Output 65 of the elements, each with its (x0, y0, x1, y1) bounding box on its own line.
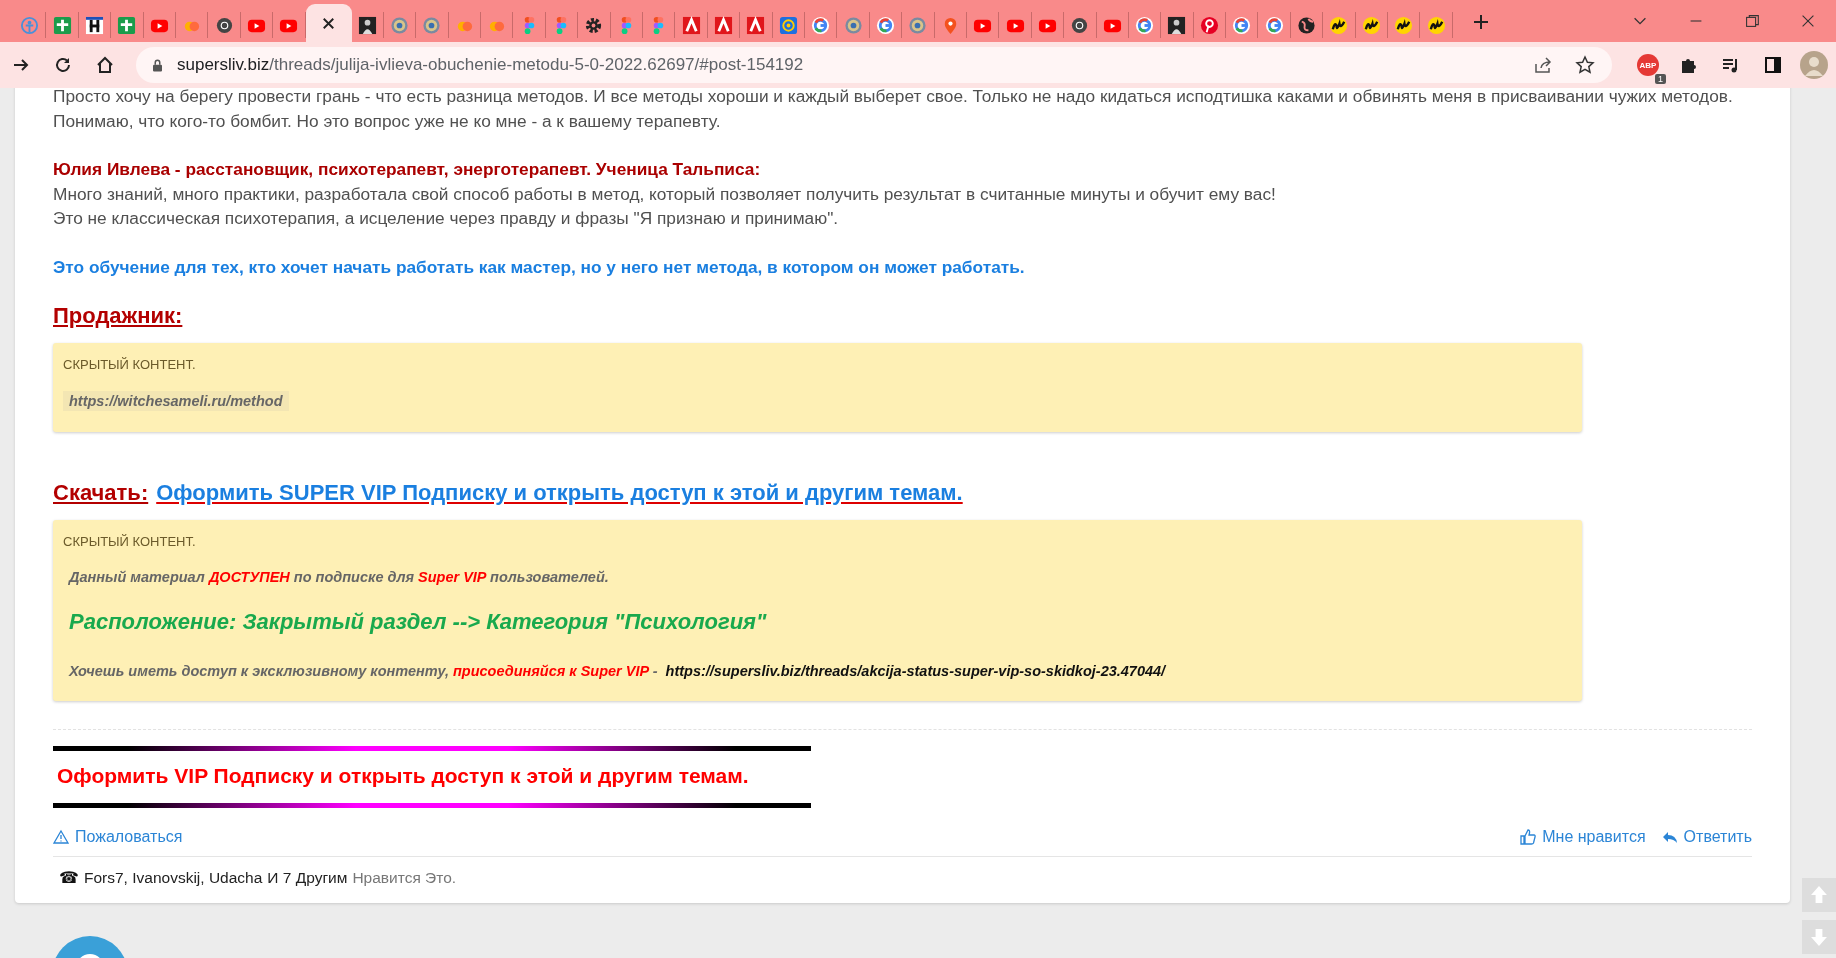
gear-icon (584, 15, 604, 35)
person-icon (20, 15, 40, 35)
post-line: Много знаний, много практики, разработала свой способ работы в метод, который позволяет получить результат в считанные минуты и обучит ему вас! (53, 182, 1277, 206)
audience-note: Это обучение для тех, кто хочет начать работать как мастер, но у него нет метода, в котором он может работать. (53, 255, 1026, 279)
others-link[interactable]: И 7 Другим (267, 869, 348, 887)
m-logo-icon (1394, 15, 1414, 35)
plus-icon (52, 15, 72, 35)
access-notice: Данный материал ДОСТУПЕН по подписке для Super VIP пользователей. (67, 569, 610, 585)
seal-icon (843, 15, 863, 35)
chrome-icon (1070, 15, 1090, 35)
m-logo-icon (1426, 15, 1446, 35)
portrait-icon (1167, 15, 1187, 35)
address-field[interactable]: supersliv.biz/threads/julija-ivlieva-obuchenie-metodu-5-0-2022.62697/#post-154192 (136, 47, 1612, 83)
count-badge: 1 (1655, 74, 1666, 84)
avatar-icon[interactable] (1800, 51, 1828, 79)
likes-suffix: Нравится Это. (352, 869, 457, 887)
share-icon[interactable] (1533, 55, 1553, 75)
at-icon (778, 15, 798, 35)
join-notice: Хочешь иметь доступ к эксклюзивному контенту, присоединяйся к Super VIP - https://supersliv.biz/threads/akcija-status-super-vip-so-skidkoj-23.47044/ (67, 663, 1167, 679)
a-logo-icon (681, 15, 701, 35)
star-icon[interactable] (1575, 55, 1595, 75)
h-logo-icon (84, 15, 104, 35)
ring-icon (1135, 15, 1155, 35)
plus-icon (117, 15, 137, 35)
pinterest-icon (1199, 15, 1219, 35)
seal-icon (908, 15, 928, 35)
download-label: Скачать: (53, 480, 149, 506)
seal-icon (390, 15, 410, 35)
vip-banner[interactable]: Оформить VIP Подписку и открыть доступ к этой и другим темам. (53, 746, 811, 808)
hidden-content-label: СКРЫТЫЙ КОНТЕНТ. (63, 357, 197, 372)
lock-icon[interactable] (150, 57, 165, 73)
author-heading: Юлия Ивлева - расстановщик, психотерапевт, энерготерапевт. Ученица Тальписа: (53, 158, 762, 181)
seal-icon (422, 15, 442, 35)
a-logo-icon (746, 15, 766, 35)
portrait-icon (357, 15, 377, 35)
home-icon[interactable] (95, 55, 115, 75)
location-note: Расположение: Закрытый раздел --> Категория "Психология" (69, 609, 768, 635)
thumbs-up-icon (1520, 829, 1537, 845)
report-link[interactable]: Пожаловаться (53, 828, 183, 846)
hidden-content-label: СКРЫТЫЙ КОНТЕНТ. (63, 534, 197, 549)
url-text: supersliv.biz/threads/julija-ivlieva-obuchenie-metodu-5-0-2022.62697/#post-154192 (177, 55, 804, 75)
subscribe-link[interactable]: Оформить SUPER VIP Подписку и открыть доступ к этой и другим темам. (156, 480, 963, 506)
reload-icon[interactable] (53, 55, 73, 75)
post-paragraph: Просто хочу на берегу провести грань - что есть разница методов. И все методы хороши и каждый выберет свое. Только не надо кидаться исподтишка каками и обвинять меня в присваивании чужих методов. Понимаю, что кого-то бомбит. Но это вопрос уже не ко мне - а к вашему терапевту. (53, 88, 1734, 133)
seller-heading: Продажник: (53, 303, 184, 329)
browser-tab[interactable] (305, 4, 352, 42)
m-logo-icon (1361, 15, 1381, 35)
reply-link[interactable]: Ответить (1661, 828, 1752, 846)
like-link[interactable]: Мне нравится (1520, 828, 1646, 846)
warning-icon (53, 829, 69, 845)
ring-icon (811, 15, 831, 35)
a-logo-icon (714, 15, 733, 35)
phone-glyph: ☎ (59, 869, 79, 887)
m-logo-icon (1329, 15, 1349, 35)
adblock-extension-button[interactable]: ABP (1637, 54, 1659, 76)
vip-offer-link[interactable]: https://supersliv.biz/threads/akcija-status-super-vip-so-skidkoj-23.47044/ (665, 663, 1166, 679)
restore-icon[interactable] (1743, 12, 1761, 30)
ring-icon (1232, 15, 1252, 35)
globe-icon (1297, 15, 1317, 35)
side-panel-icon[interactable] (1763, 55, 1783, 75)
ring-icon (875, 15, 895, 35)
chrome-icon (214, 15, 234, 35)
ring-icon (1264, 15, 1284, 35)
post-line: Это не классическая психотерапия, а исцеление через правду и фразы "Я признаю и принимаю". (53, 207, 840, 230)
likers-list[interactable]: Fors7, Ivanovskij, Udacha (84, 869, 263, 887)
